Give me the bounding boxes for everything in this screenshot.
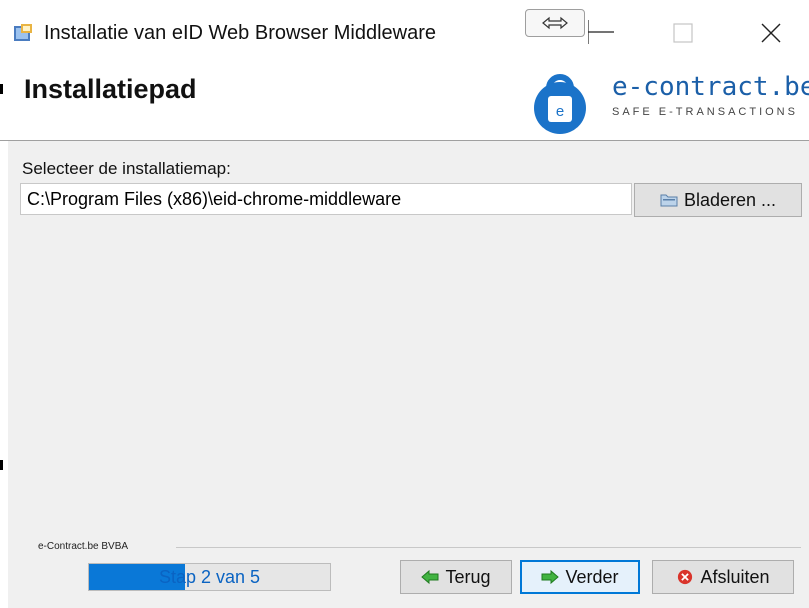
window-edge-mark bbox=[0, 460, 3, 470]
back-label: Terug bbox=[445, 566, 491, 587]
exit-button[interactable]: Afsluiten bbox=[652, 560, 794, 594]
browse-button[interactable]: Bladeren ... bbox=[634, 183, 802, 217]
next-label: Verder bbox=[565, 566, 619, 587]
maximize-icon[interactable] bbox=[670, 21, 696, 45]
content-panel: Selecteer de installatiemap: Bladeren ..… bbox=[8, 141, 809, 608]
padlock-e-icon: e bbox=[534, 74, 586, 134]
arrow-right-icon bbox=[541, 569, 560, 585]
progress-text: Stap 2 van 5 bbox=[158, 566, 261, 587]
arrow-left-icon bbox=[421, 569, 439, 585]
brand-tagline: SAFE E-TRANSACTIONS bbox=[612, 106, 798, 118]
step-progress-bar: Stap 2 van 5 bbox=[88, 563, 331, 591]
page-header: Installatiepad e e-contract.be SAFE E-TR… bbox=[0, 66, 809, 140]
install-path-input[interactable] bbox=[20, 183, 632, 215]
close-icon[interactable] bbox=[756, 19, 786, 47]
company-label: e-Contract.be BVBA bbox=[38, 541, 129, 552]
cancel-icon bbox=[678, 569, 693, 585]
install-path-label: Selecteer de installatiemap: bbox=[22, 159, 231, 178]
exit-label: Afsluiten bbox=[700, 566, 770, 587]
brand-name: e-contract.be bbox=[612, 72, 809, 102]
window-edge-mark bbox=[0, 84, 3, 94]
snap-layout-icon bbox=[542, 16, 568, 30]
footer-divider bbox=[176, 547, 801, 548]
window-title: Installatie van eID Web Browser Middlewa… bbox=[44, 22, 437, 44]
minimize-icon[interactable] bbox=[588, 20, 614, 44]
title-bar: Installatie van eID Web Browser Middlewa… bbox=[0, 0, 809, 66]
snap-layout-button[interactable] bbox=[525, 9, 585, 37]
back-button[interactable]: Terug bbox=[400, 560, 512, 594]
browse-label: Bladeren ... bbox=[683, 189, 777, 210]
page-title: Installatiepad bbox=[24, 74, 197, 104]
installer-icon bbox=[14, 24, 32, 41]
folder-icon bbox=[660, 194, 678, 207]
next-button[interactable]: Verder bbox=[520, 560, 640, 594]
installer-window: Installatie van eID Web Browser Middlewa… bbox=[0, 0, 809, 608]
svg-text:e: e bbox=[556, 103, 564, 120]
